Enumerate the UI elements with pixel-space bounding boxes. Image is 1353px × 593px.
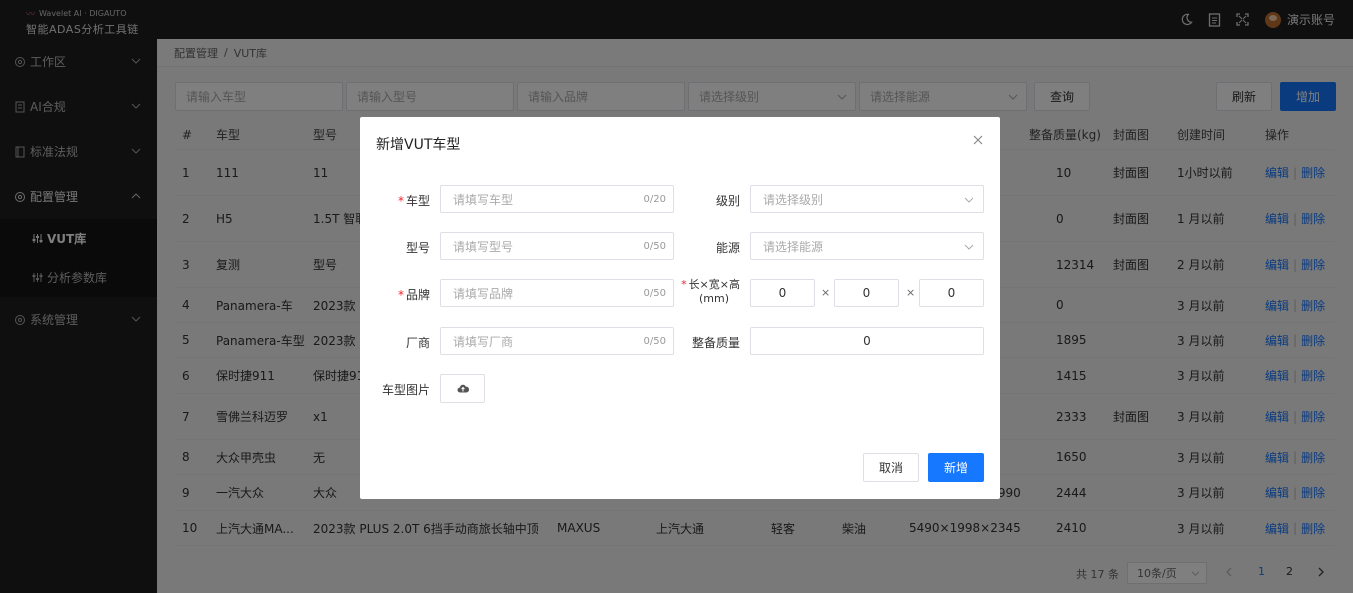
level-placeholder: 请选择级别 [763, 192, 824, 207]
dimensions-label-text: 长×宽×高 [688, 278, 740, 291]
energy-placeholder: 请选择能源 [763, 239, 824, 254]
car-model-placeholder: 请填写车型 [453, 192, 514, 207]
maker-char-count: 0/50 [643, 336, 666, 347]
brand-placeholder: 请填写品牌 [453, 286, 514, 301]
brand-label: * 品牌 [390, 286, 430, 303]
weight-label: 整备质量 [691, 336, 740, 350]
car-model-field[interactable]: 请填写车型 0/20 [440, 185, 674, 213]
brand-label-text: 品牌 [405, 288, 430, 302]
weight-input[interactable]: 0 [750, 327, 984, 355]
length-input[interactable]: 0 [750, 279, 815, 307]
model-no-placeholder: 请填写型号 [453, 239, 514, 254]
level-select[interactable]: 请选择级别 [750, 185, 984, 213]
close-icon[interactable] [972, 134, 984, 146]
energy-label: 能源 [715, 241, 740, 255]
car-image-label: 车型图片 [381, 383, 430, 397]
width-input[interactable]: 0 [834, 279, 899, 307]
model-no-field[interactable]: 请填写型号 0/50 [440, 232, 674, 260]
dimensions-label: * 长×宽×高 (mm) [680, 278, 740, 306]
dimensions-unit: (mm) [698, 292, 729, 305]
cloud-upload-icon [457, 384, 469, 392]
image-upload-button[interactable] [440, 374, 485, 403]
cancel-button[interactable]: 取消 [863, 453, 919, 482]
car-model-char-count: 0/20 [643, 194, 666, 205]
model-no-label: 型号 [405, 241, 430, 255]
brand-char-count: 0/50 [643, 288, 666, 299]
chevron-down-icon [964, 244, 974, 250]
maker-label: 厂商 [405, 336, 430, 350]
maker-placeholder: 请填写厂商 [453, 334, 514, 349]
modal-title: 新增VUT车型 [376, 137, 461, 153]
car-model-label-text: 车型 [405, 194, 430, 208]
chevron-down-icon [964, 197, 974, 203]
energy-select[interactable]: 请选择能源 [750, 232, 984, 260]
height-input[interactable]: 0 [919, 279, 984, 307]
level-label: 级别 [715, 194, 740, 208]
car-model-label: * 车型 [390, 192, 430, 209]
add-vut-modal: 新增VUT车型 * 车型 请填写车型 0/20 型号 请填写型号 0/50 * 品牌… [360, 117, 1000, 499]
times-sign: × [906, 286, 916, 299]
brand-field[interactable]: 请填写品牌 0/50 [440, 279, 674, 307]
required-mark: * [397, 288, 404, 302]
required-mark: * [397, 194, 404, 208]
required-mark: * [681, 278, 687, 291]
model-no-char-count: 0/50 [643, 241, 666, 252]
times-sign: × [821, 286, 831, 299]
confirm-add-button[interactable]: 新增 [928, 453, 984, 482]
maker-field[interactable]: 请填写厂商 0/50 [440, 327, 674, 355]
